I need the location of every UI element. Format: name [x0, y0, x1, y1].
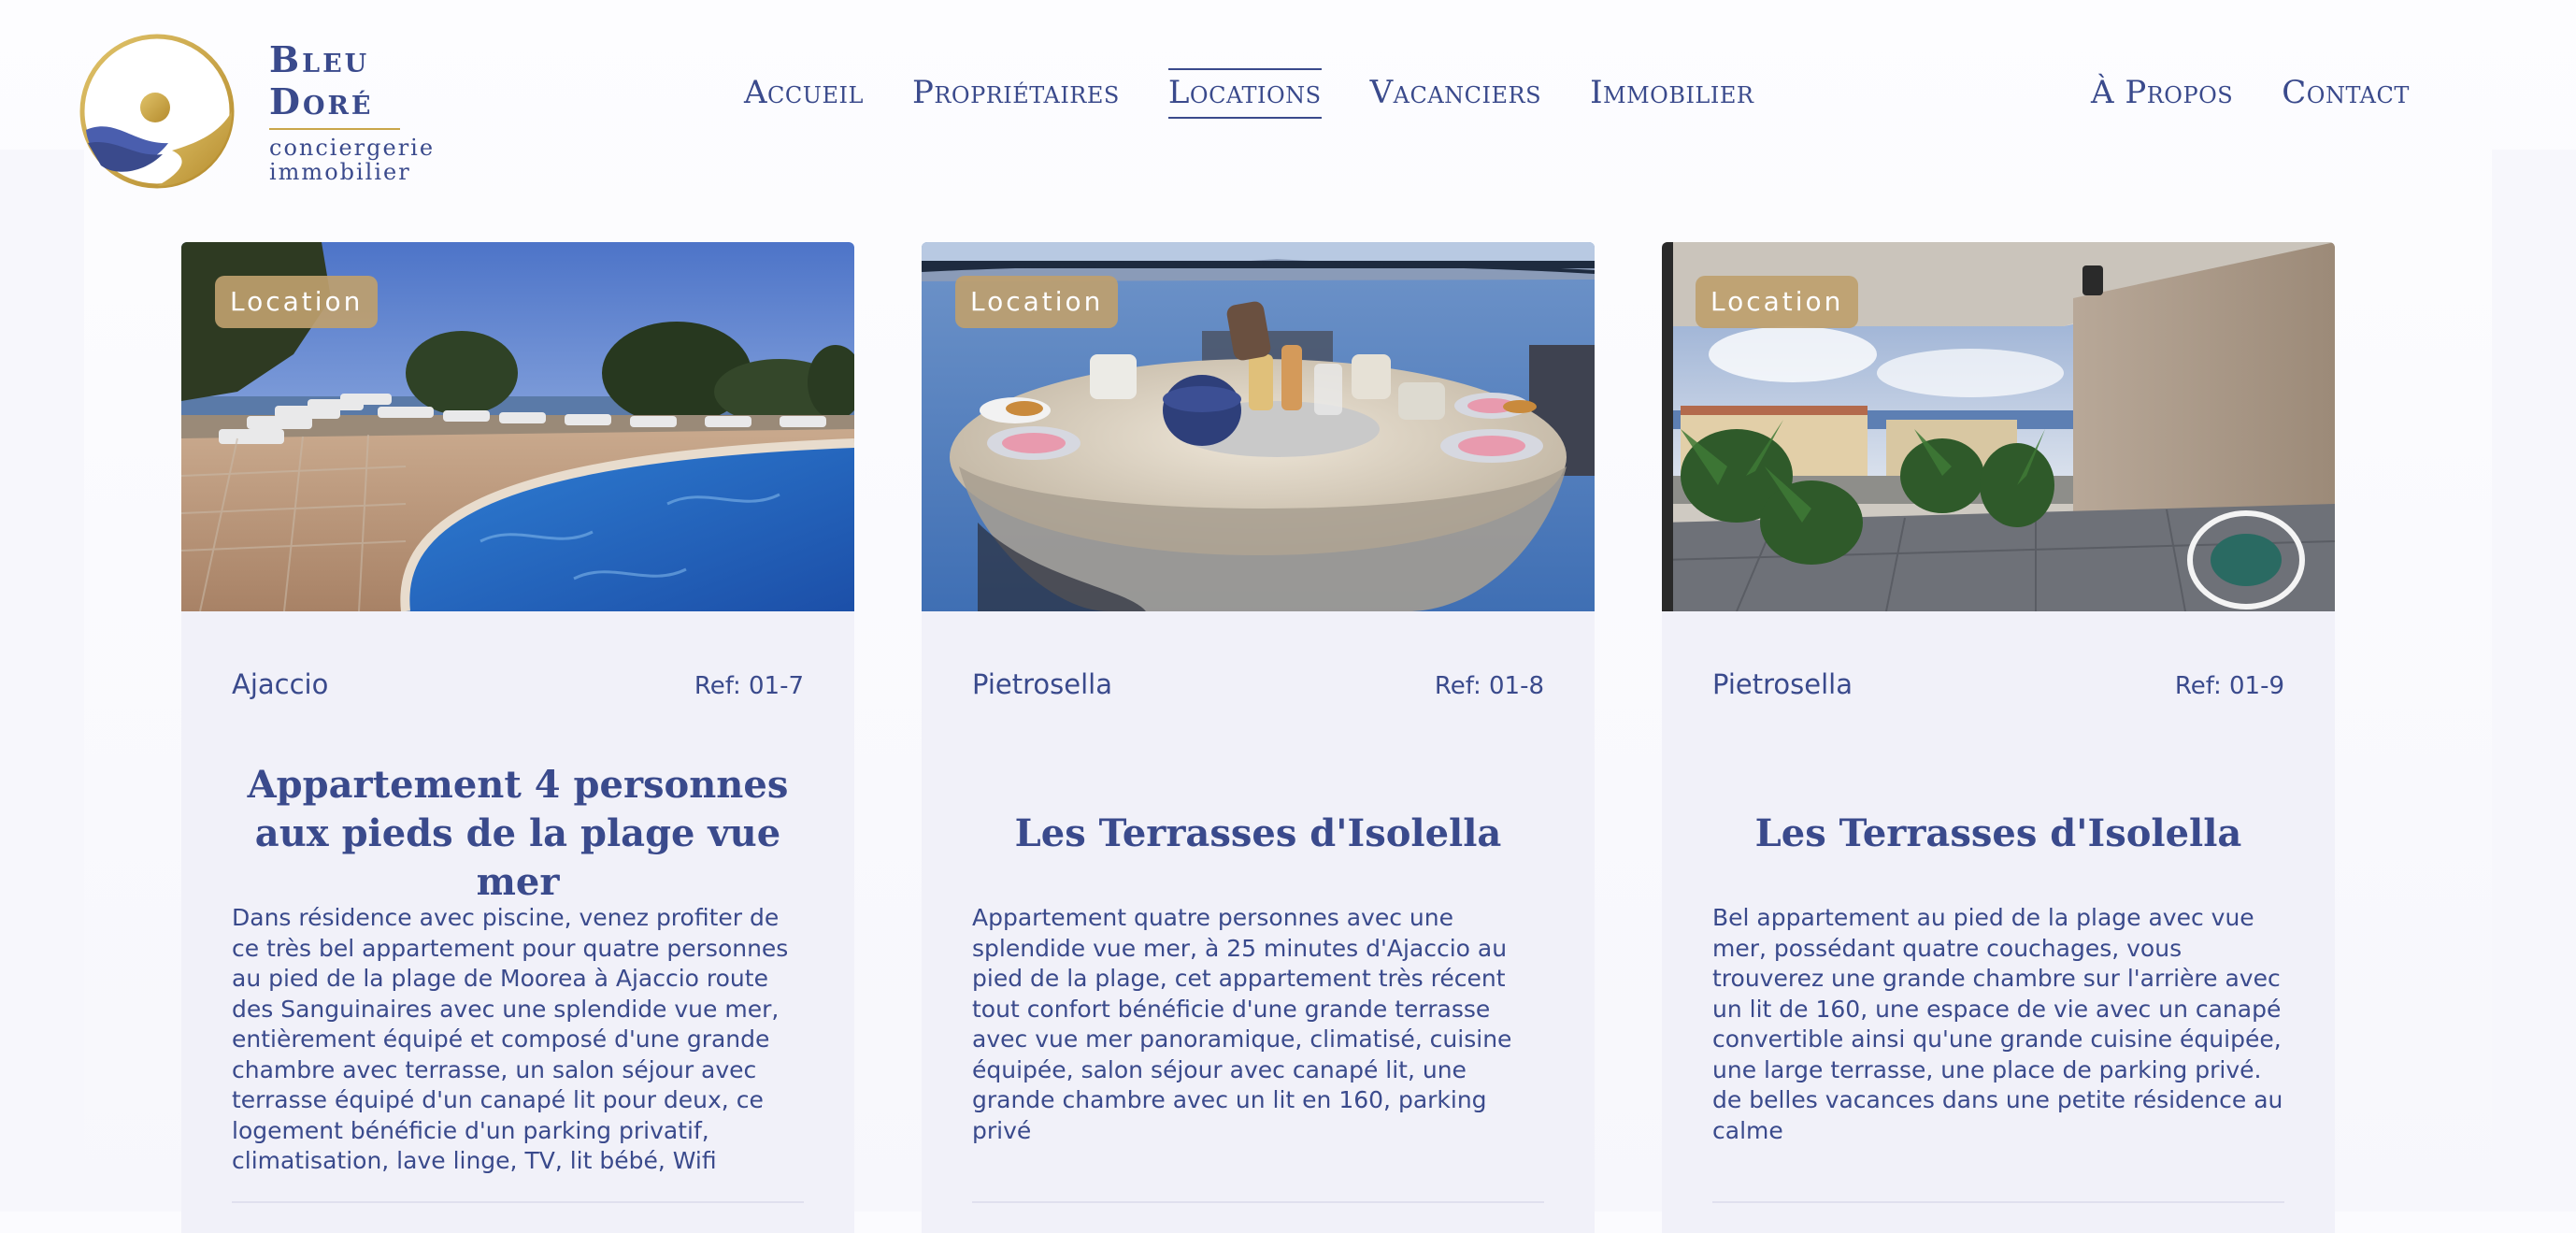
listing-description: Dans résidence avec piscine, venez profi…	[232, 904, 789, 1174]
left-margin-shade	[0, 150, 84, 1211]
listing-card[interactable]: Location Ajaccio Ref: 01-7 Appartement 4…	[181, 242, 854, 1233]
listing-type-badge: Location	[955, 276, 1119, 328]
brand-logo[interactable]: Bleu Doré conciergerie immobilier	[79, 32, 471, 191]
right-margin-shade	[2492, 150, 2576, 1211]
main-navigation: Accueil Propriétaires Locations Vacancie…	[744, 65, 1802, 122]
listing-description: Appartement quatre personnes avec une sp…	[972, 904, 1512, 1144]
listing-type-badge: Location	[215, 276, 379, 328]
listing-meta: Ajaccio Ref: 01-7	[232, 668, 804, 700]
listing-title[interactable]: Les Terrasses d'Isolella	[972, 778, 1544, 890]
brand-subtitle-line2: immobilier	[269, 159, 411, 185]
listing-card[interactable]: Location Pietrosella Ref: 01-9 Les Terra…	[1662, 242, 2335, 1233]
logo-divider	[269, 128, 400, 130]
site-header: Bleu Doré conciergerie immobilier Accuei…	[0, 0, 2576, 215]
listing-photo[interactable]: Location	[181, 242, 854, 611]
listing-city: Pietrosella	[1712, 668, 1853, 700]
nav-item-immobilier[interactable]: Immobilier	[1590, 70, 1753, 117]
listing-description: Bel appartement au pied de la plage avec…	[1712, 904, 2283, 1144]
listing-ref: Ref: 01-8	[1434, 672, 1544, 700]
brand-name: Bleu Doré	[269, 38, 374, 122]
nav-item-locations[interactable]: Locations	[1167, 68, 1322, 119]
listing-type-badge: Location	[1696, 276, 1859, 328]
card-divider	[1712, 1201, 2284, 1203]
listing-photo[interactable]: Location	[1662, 242, 2335, 611]
listing-ref: Ref: 01-9	[2174, 672, 2284, 700]
secondary-navigation: À Propos Contact	[2091, 65, 2410, 122]
nav-item-proprietaires[interactable]: Propriétaires	[912, 70, 1120, 117]
listing-title[interactable]: Les Terrasses d'Isolella	[1712, 778, 2284, 890]
listing-meta: Pietrosella Ref: 01-8	[972, 668, 1544, 700]
listing-city: Ajaccio	[232, 668, 329, 700]
listing-photo[interactable]: Location	[922, 242, 1595, 611]
listing-title[interactable]: Appartement 4 personnes aux pieds de la …	[232, 763, 804, 904]
nav-item-accueil[interactable]: Accueil	[744, 70, 864, 117]
listing-ref: Ref: 01-7	[694, 672, 804, 700]
nav-item-vacanciers[interactable]: Vacanciers	[1370, 70, 1541, 117]
listing-city: Pietrosella	[972, 668, 1112, 700]
listing-meta: Pietrosella Ref: 01-9	[1712, 668, 2284, 700]
listing-card[interactable]: Location Pietrosella Ref: 01-8 Les Terra…	[922, 242, 1595, 1233]
logo-emblem-icon	[79, 34, 235, 189]
card-divider	[232, 1201, 804, 1203]
card-divider	[972, 1201, 1544, 1203]
nav-item-a-propos[interactable]: À Propos	[2091, 70, 2233, 117]
brand-subtitle-line1: conciergerie	[269, 135, 436, 161]
nav-item-contact[interactable]: Contact	[2282, 70, 2410, 117]
